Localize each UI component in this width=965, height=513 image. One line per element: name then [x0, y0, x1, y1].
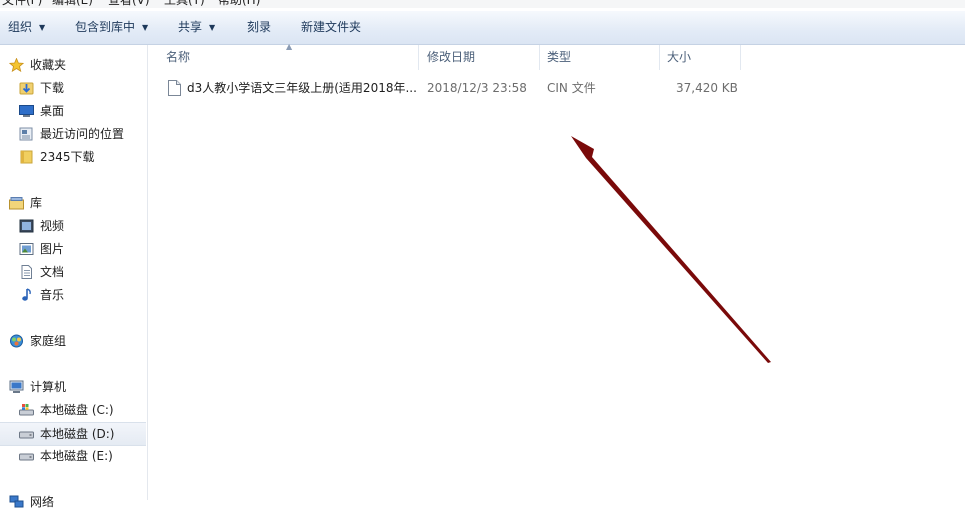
nav-libraries-label: 库 — [30, 196, 43, 210]
nav-item-label: 音乐 — [40, 288, 65, 302]
nav-favorites-label: 收藏夹 — [30, 58, 67, 72]
chevron-down-icon: ▼ — [209, 23, 216, 32]
nav-item-documents[interactable]: 文档 — [0, 261, 146, 283]
nav-libraries[interactable]: 库 — [0, 192, 146, 214]
nav-item-drive-d[interactable]: 本地磁盘 (D:) — [0, 422, 146, 446]
organize-button[interactable]: 组织 ▼ — [8, 11, 45, 44]
menu-bar: 文件(F) 编辑(E) 查看(V) 工具(T) 帮助(H) — [0, 0, 965, 8]
menu-help[interactable]: 帮助(H) — [218, 0, 260, 8]
nav-item-label: 文档 — [40, 265, 65, 279]
nav-item-downloads[interactable]: 下载 — [0, 77, 146, 99]
drive-icon — [19, 449, 34, 463]
nav-item-label: 本地磁盘 (D:) — [40, 427, 115, 441]
nav-network-label: 网络 — [30, 495, 55, 509]
nav-network[interactable]: 网络 — [0, 491, 146, 513]
nav-item-label: 本地磁盘 (E:) — [40, 449, 113, 463]
desktop-icon — [19, 104, 34, 118]
new-folder-label: 新建文件夹 — [301, 20, 362, 34]
nav-item-2345-downloads[interactable]: 2345下载 — [0, 146, 146, 168]
include-library-button[interactable]: 包含到库中 ▼ — [75, 11, 148, 44]
command-toolbar: 组织 ▼ 包含到库中 ▼ 共享 ▼ 刻录 新建文件夹 — [0, 11, 965, 45]
chevron-down-icon: ▼ — [39, 23, 46, 32]
burn-button[interactable]: 刻录 — [247, 11, 271, 44]
nav-item-label: 本地磁盘 (C:) — [40, 403, 114, 417]
nav-homegroup-label: 家庭组 — [30, 334, 67, 348]
nav-homegroup[interactable]: 家庭组 — [0, 330, 146, 352]
menu-tools[interactable]: 工具(T) — [164, 0, 205, 8]
document-icon — [19, 265, 34, 279]
burn-label: 刻录 — [247, 20, 272, 34]
nav-computer[interactable]: 计算机 — [0, 376, 146, 398]
recent-places-icon — [19, 127, 34, 141]
library-icon — [9, 196, 24, 210]
nav-item-label: 最近访问的位置 — [40, 127, 125, 141]
nav-item-drive-e[interactable]: 本地磁盘 (E:) — [0, 445, 146, 467]
network-icon — [9, 495, 24, 509]
nav-item-label: 桌面 — [40, 104, 65, 118]
share-button[interactable]: 共享 ▼ — [178, 11, 215, 44]
nav-item-label: 下载 — [40, 81, 65, 95]
system-drive-icon — [19, 403, 34, 417]
include-library-label: 包含到库中 — [75, 20, 136, 34]
menu-edit[interactable]: 编辑(E) — [52, 0, 93, 8]
nav-item-drive-c[interactable]: 本地磁盘 (C:) — [0, 399, 146, 421]
share-label: 共享 — [178, 20, 203, 34]
annotation-arrow — [571, 136, 771, 363]
new-folder-button[interactable]: 新建文件夹 — [301, 11, 361, 44]
nav-item-desktop[interactable]: 桌面 — [0, 100, 146, 122]
music-icon — [19, 288, 34, 302]
homegroup-icon — [9, 334, 24, 348]
star-icon — [9, 58, 24, 72]
menu-view[interactable]: 查看(V) — [108, 0, 150, 8]
picture-icon — [19, 242, 34, 256]
navigation-pane: 收藏夹 下载 桌面 最近访问的位置 2345下载 库 视频 图片 文档 音乐 家… — [0, 45, 148, 509]
organize-label: 组织 — [8, 20, 33, 34]
nav-item-recent-places[interactable]: 最近访问的位置 — [0, 123, 146, 145]
nav-item-music[interactable]: 音乐 — [0, 284, 146, 306]
nav-computer-label: 计算机 — [30, 380, 67, 394]
nav-item-videos[interactable]: 视频 — [0, 215, 146, 237]
download-folder-icon — [19, 81, 34, 95]
nav-item-label: 图片 — [40, 242, 65, 256]
drive-icon — [19, 427, 34, 441]
folder-icon — [19, 150, 34, 164]
computer-icon — [9, 380, 24, 394]
video-icon — [19, 219, 34, 233]
nav-item-label: 2345下载 — [40, 150, 95, 164]
chevron-down-icon: ▼ — [142, 23, 149, 32]
file-list-pane: ▲ 名称 修改日期 类型 大小 d3人教小学语文三年级上册(适用2018年...… — [148, 42, 965, 500]
nav-item-pictures[interactable]: 图片 — [0, 238, 146, 260]
nav-favorites[interactable]: 收藏夹 — [0, 54, 146, 76]
menu-file[interactable]: 文件(F) — [2, 0, 42, 8]
nav-item-label: 视频 — [40, 219, 65, 233]
